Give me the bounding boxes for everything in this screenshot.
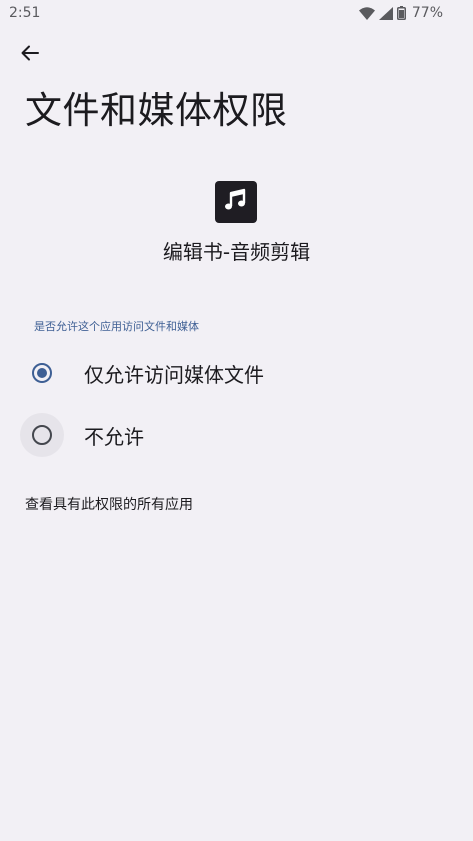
- permission-prompt: 是否允许这个应用访问文件和媒体: [34, 320, 199, 333]
- back-button[interactable]: [14, 40, 46, 70]
- option-allow-media-only[interactable]: 仅允许访问媒体文件: [20, 351, 440, 395]
- music-note-icon: [222, 186, 250, 218]
- radio-button-unselected[interactable]: [20, 413, 64, 457]
- permission-screen: 2:51 77% 文件和媒体权限 编辑书-音频剪辑 是否允许这个应用访问文件和媒…: [0, 0, 473, 841]
- see-all-apps-link[interactable]: 查看具有此权限的所有应用: [25, 494, 193, 514]
- status-bar: 2:51 77%: [0, 0, 473, 26]
- status-icons: 77%: [358, 5, 443, 21]
- arrow-back-icon: [21, 45, 39, 65]
- wifi-icon: [358, 6, 375, 20]
- option-label: 仅允许访问媒体文件: [84, 362, 264, 387]
- option-deny[interactable]: 不允许: [20, 413, 440, 457]
- battery-percent: 77%: [411, 5, 443, 21]
- app-name: 编辑书-音频剪辑: [162, 240, 311, 264]
- radio-button-selected[interactable]: [20, 351, 64, 395]
- signal-icon: [378, 6, 393, 20]
- page-title: 文件和媒体权限: [25, 89, 288, 132]
- option-label: 不允许: [84, 424, 144, 449]
- battery-icon: [396, 6, 406, 20]
- status-time: 2:51: [9, 5, 41, 21]
- app-icon: [215, 181, 257, 223]
